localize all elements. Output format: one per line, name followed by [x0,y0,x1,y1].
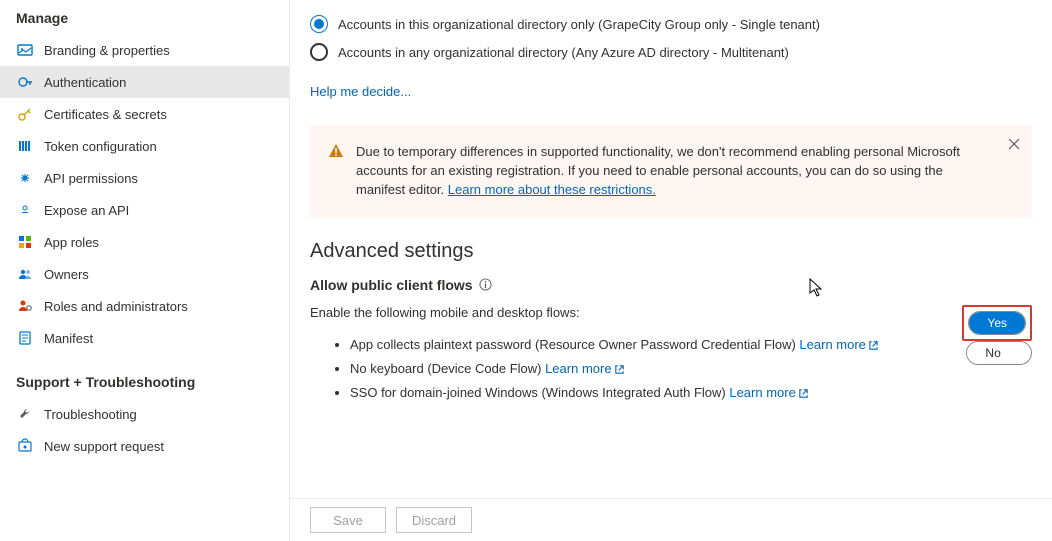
sidebar-item-label: Expose an API [44,203,129,218]
sidebar-item-roles-admins[interactable]: Roles and administrators [0,290,289,322]
discard-button[interactable]: Discard [396,507,472,533]
sidebar-item-app-roles[interactable]: App roles [0,226,289,258]
sidebar-item-troubleshooting[interactable]: Troubleshooting [0,398,289,430]
warning-icon [328,143,344,200]
owners-icon [16,265,34,283]
manifest-icon [16,329,34,347]
learn-more-link[interactable]: Learn more [799,337,878,352]
sidebar-item-label: App roles [44,235,99,250]
external-link-icon [868,336,879,358]
public-client-toggle[interactable]: Yes [968,311,1026,335]
sidebar-item-owners[interactable]: Owners [0,258,289,290]
main-content: Accounts in this organizational director… [290,0,1052,541]
public-client-toggle-no[interactable]: No [966,341,1032,365]
sidebar-item-api-permissions[interactable]: API permissions [0,162,289,194]
sidebar-item-new-support[interactable]: New support request [0,430,289,462]
toggle-no[interactable]: No [967,342,1018,364]
toggle-highlight-box: Yes No [962,305,1032,365]
support-icon [16,437,34,455]
flows-description: Enable the following mobile and desktop … [310,305,942,320]
sidebar-item-expose-api[interactable]: Expose an API [0,194,289,226]
sidebar-item-label: Token configuration [44,139,157,154]
sidebar-item-label: Troubleshooting [44,407,137,422]
radio-multitenant[interactable]: Accounts in any organizational directory… [310,38,1032,66]
sidebar-item-label: Authentication [44,75,126,90]
warning-banner: Due to temporary differences in supporte… [310,125,1032,218]
sidebar-item-certificates[interactable]: Certificates & secrets [0,98,289,130]
footer-actions: Save Discard [290,498,1052,541]
learn-more-link[interactable]: Learn more [545,361,624,376]
branding-icon [16,41,34,59]
save-button[interactable]: Save [310,507,386,533]
sidebar-item-label: New support request [44,439,164,454]
sidebar-item-label: Roles and administrators [44,299,188,314]
flow-item: SSO for domain-joined Windows (Windows I… [350,382,942,406]
sidebar-heading-manage: Manage [0,6,289,34]
help-me-decide-link[interactable]: Help me decide... [310,84,411,99]
api-permissions-icon [16,169,34,187]
radio-icon-unchecked [310,43,328,61]
token-icon [16,137,34,155]
sidebar-item-label: API permissions [44,171,138,186]
sidebar-item-manifest[interactable]: Manifest [0,322,289,354]
flow-item: No keyboard (Device Code Flow) Learn mor… [350,358,942,382]
sidebar-item-branding[interactable]: Branding & properties [0,34,289,66]
close-icon[interactable] [1008,135,1020,155]
auth-icon [16,73,34,91]
flows-list: App collects plaintext password (Resourc… [310,334,942,406]
roles-admin-icon [16,297,34,315]
sidebar-item-token-config[interactable]: Token configuration [0,130,289,162]
radio-label: Accounts in this organizational director… [338,17,820,32]
radio-single-tenant[interactable]: Accounts in this organizational director… [310,10,1032,38]
advanced-settings-heading: Advanced settings [310,240,1032,263]
external-link-icon [798,384,809,406]
sidebar-item-label: Owners [44,267,89,282]
allow-public-client-flows-heading: Allow public client flows [310,277,1032,293]
radio-icon-checked [310,15,328,33]
wrench-icon [16,405,34,423]
external-link-icon [614,360,625,382]
expose-api-icon [16,201,34,219]
toggle-yes[interactable]: Yes [969,312,1025,334]
learn-more-link[interactable]: Learn more [729,385,808,400]
sidebar: Manage Branding & properties Authenticat… [0,0,290,541]
app-roles-icon [16,233,34,251]
sidebar-item-label: Manifest [44,331,93,346]
sidebar-item-label: Certificates & secrets [44,107,167,122]
sidebar-item-authentication[interactable]: Authentication [0,66,289,98]
sidebar-heading-support: Support + Troubleshooting [0,370,289,398]
info-icon[interactable] [479,278,493,292]
sidebar-item-label: Branding & properties [44,43,170,58]
key-icon [16,105,34,123]
flow-item: App collects plaintext password (Resourc… [350,334,942,358]
warning-text: Due to temporary differences in supporte… [356,143,988,200]
warning-learn-more-link[interactable]: Learn more about these restrictions. [448,182,656,197]
radio-label: Accounts in any organizational directory… [338,45,789,60]
